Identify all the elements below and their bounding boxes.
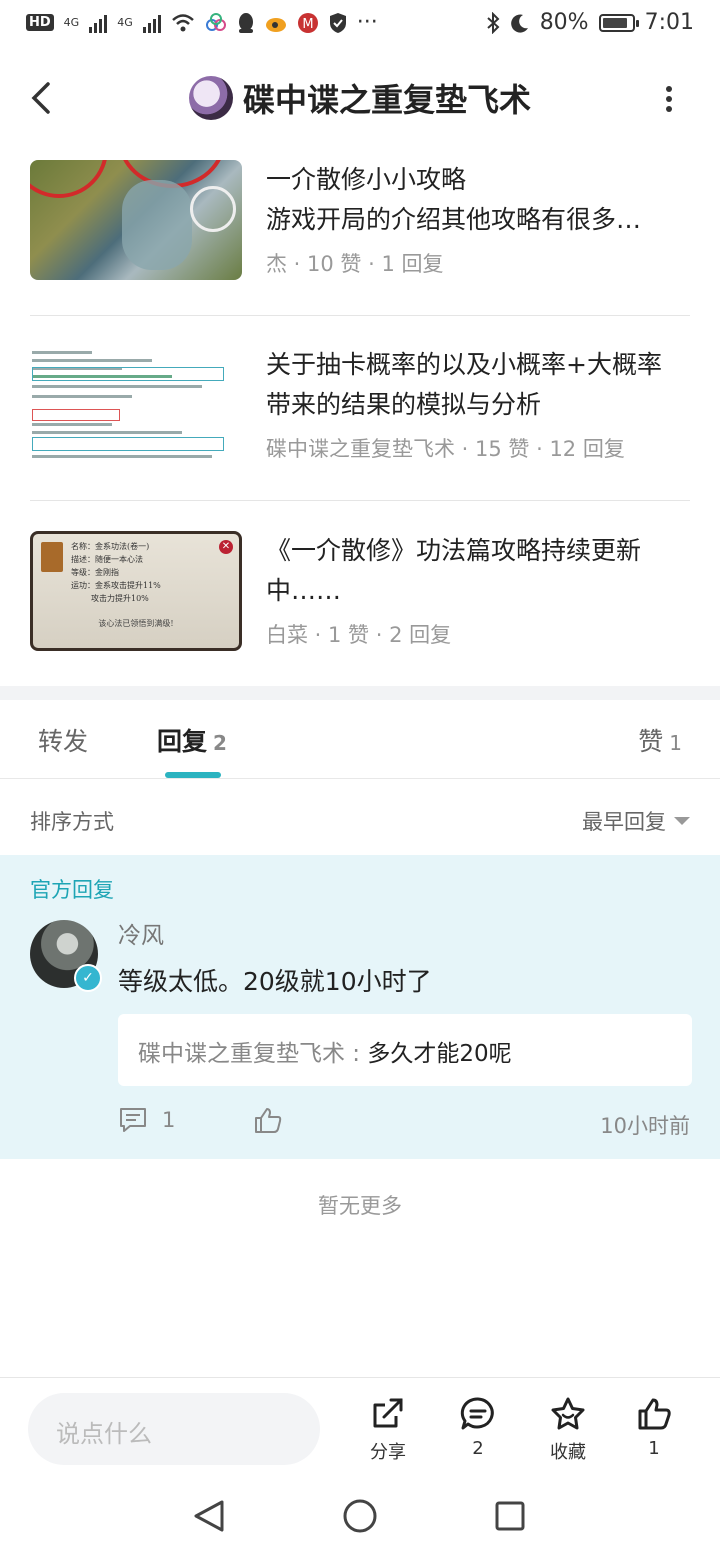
article-title-line: 带来的结果的模拟与分析 xyxy=(266,390,542,419)
sort-value: 最早回复 xyxy=(582,810,666,834)
thumb-text-line: 该心法已领悟到满级! xyxy=(98,619,174,628)
comment-bubble-icon xyxy=(460,1397,494,1430)
thumbs-up-icon xyxy=(638,1398,671,1430)
related-article[interactable]: ✕ 名称：金系功法(卷一) 描述：随便一本心法 等级：金刚指 运功：金系攻击提升… xyxy=(30,531,690,651)
comments-count: 2 xyxy=(472,1438,484,1459)
thumb-text-line: 运功：金系攻击提升11% xyxy=(71,581,161,590)
nav-home-icon[interactable] xyxy=(342,1498,378,1534)
signal-icon-2 xyxy=(142,13,161,33)
network-type: 4G xyxy=(63,16,80,29)
tab-repost[interactable]: 转发 xyxy=(38,722,88,758)
nav-recents-icon[interactable] xyxy=(494,1500,526,1532)
related-article[interactable]: 关于抽卡概率的以及小概率+大概率 带来的结果的模拟与分析 碟中谍之重复垫飞术 ·… xyxy=(30,345,690,465)
signal-icon xyxy=(89,13,108,33)
tab-count: 2 xyxy=(213,731,227,755)
app-notification-icon xyxy=(205,12,226,31)
battery-percent: 80% xyxy=(539,10,589,35)
thumb-text-line: 等级：金刚指 xyxy=(71,568,119,577)
status-bar: HD 4G 4G M ··· 80% 7:01 xyxy=(0,0,720,48)
share-icon xyxy=(373,1398,403,1428)
section-separator xyxy=(0,686,720,700)
reply-comment-count: 1 xyxy=(162,1108,176,1132)
divider xyxy=(30,500,690,501)
shield-icon xyxy=(329,12,346,33)
tab-count: 1 xyxy=(669,731,682,755)
moon-icon xyxy=(510,14,528,33)
no-more-text: 暂无更多 xyxy=(318,1194,402,1218)
battery-icon xyxy=(598,13,639,32)
article-meta: 碟中谍之重复垫飞术 · 15 赞 · 12 回复 xyxy=(266,437,625,461)
related-article[interactable]: 一介散修小小攻略 游戏开局的介绍其他攻略有很多… 杰 · 10 赞 · 1 回复 xyxy=(30,160,690,280)
comments-button[interactable]: 2 xyxy=(448,1396,508,1459)
official-reply-label: 官方回复 xyxy=(30,878,114,902)
article-meta: 杰 · 10 赞 · 1 回复 xyxy=(266,252,444,276)
article-title-line: 一介散修小小攻略 xyxy=(266,165,467,194)
quote-text: 多久才能20呢 xyxy=(367,1041,512,1067)
like-count: 1 xyxy=(648,1438,660,1459)
page-title: 碟中谍之重复垫飞术 xyxy=(242,81,531,119)
favorite-button[interactable]: 收藏 xyxy=(538,1396,598,1464)
weibo-icon xyxy=(265,17,286,32)
quote-username: 碟中谍之重复垫飞术 xyxy=(138,1041,345,1067)
hd-indicator: HD xyxy=(26,14,54,31)
sort-label: 排序方式 xyxy=(30,810,114,834)
comment-icon[interactable] xyxy=(118,1106,148,1134)
more-options-icon[interactable] xyxy=(660,86,678,112)
tab-label: 转发 xyxy=(38,727,89,756)
page-header: 碟中谍之重复垫飞术 xyxy=(0,70,720,126)
divider xyxy=(0,778,720,779)
clock: 7:01 xyxy=(644,10,694,35)
bluetooth-icon xyxy=(487,11,500,34)
thumb-text-line: 描述：随便一本心法 xyxy=(71,555,143,564)
tab-replies[interactable]: 回复 2 xyxy=(157,722,227,758)
favorite-label: 收藏 xyxy=(550,1442,586,1463)
wifi-icon xyxy=(171,13,194,31)
thumb-text-line: 攻击力提升10% xyxy=(91,594,149,603)
comment-input[interactable]: 说点什么 xyxy=(28,1393,320,1465)
quoted-comment[interactable]: 碟中谍之重复垫飞术 : 多久才能20呢 xyxy=(118,1014,692,1086)
article-thumbnail xyxy=(30,345,242,465)
app-m-icon: M xyxy=(297,12,318,33)
comment-placeholder: 说点什么 xyxy=(56,1420,152,1448)
sort-dropdown[interactable]: 最早回复 xyxy=(582,806,690,836)
article-title-line: 游戏开局的介绍其他攻略有很多… xyxy=(266,205,642,234)
author-avatar[interactable] xyxy=(188,76,233,120)
tab-label: 回复 xyxy=(157,727,208,756)
article-title-line: 中…… xyxy=(266,576,342,605)
tab-likes[interactable]: 赞1 xyxy=(638,722,682,758)
reply-actions: 1 xyxy=(118,1106,283,1134)
reply-username[interactable]: 冷风 xyxy=(118,916,164,950)
nav-back-icon[interactable] xyxy=(192,1498,226,1534)
tab-label: 赞 xyxy=(638,727,664,756)
system-nav-bar xyxy=(0,1480,720,1555)
reply-text: 等级太低。20级就10小时了 xyxy=(118,967,432,996)
caret-down-icon xyxy=(674,817,690,825)
article-thumbnail: ✕ 名称：金系功法(卷一) 描述：随便一本心法 等级：金刚指 运功：金系攻击提升… xyxy=(30,531,242,651)
article-title-line: 《一介散修》功法篇攻略持续更新 xyxy=(266,536,642,565)
svg-text:M: M xyxy=(302,17,313,32)
article-meta: 白菜 · 1 赞 · 2 回复 xyxy=(266,623,452,647)
verified-icon: ✓ xyxy=(74,964,102,992)
network-type-2: 4G xyxy=(117,16,133,29)
article-title-line: 关于抽卡概率的以及小概率+大概率 xyxy=(266,350,662,379)
article-thumbnail xyxy=(30,160,242,280)
thumb-text-line: 名称：金系功法(卷一) xyxy=(71,542,150,551)
like-button[interactable]: 1 xyxy=(624,1396,684,1459)
reply-time: 10小时前 xyxy=(600,1114,690,1138)
share-button[interactable]: 分享 xyxy=(358,1396,418,1464)
divider xyxy=(30,315,690,316)
more-notifications: ··· xyxy=(356,10,378,35)
quote-separator: : xyxy=(345,1041,368,1067)
share-label: 分享 xyxy=(370,1442,406,1463)
qq-icon xyxy=(238,12,253,33)
star-icon xyxy=(551,1397,585,1430)
like-icon[interactable] xyxy=(253,1106,283,1134)
